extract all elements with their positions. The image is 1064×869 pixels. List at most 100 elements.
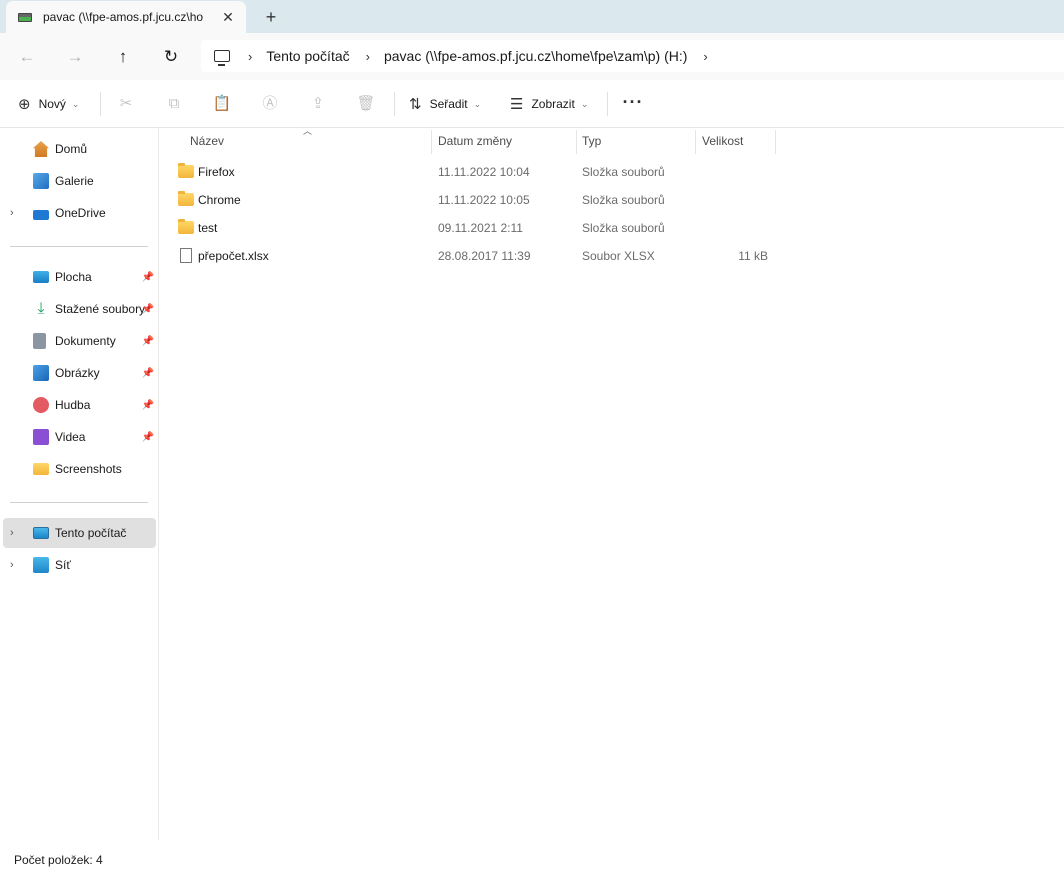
desktop-icon [33, 271, 49, 283]
pictures-icon [33, 365, 49, 381]
sidebar-item-onedrive[interactable]: › OneDrive [3, 198, 156, 228]
sidebar-item-label: Plocha [55, 270, 92, 284]
back-button[interactable]: ← [15, 45, 39, 69]
sidebar-item-pictures[interactable]: Obrázky 📌 [3, 358, 156, 388]
file-icon [180, 248, 192, 263]
chevron-right-icon[interactable]: › [703, 49, 707, 64]
more-options-button[interactable]: ··· [620, 92, 646, 116]
toolbar-divider [394, 92, 395, 116]
network-icon [33, 557, 49, 573]
music-icon [33, 397, 49, 413]
file-row-prepocet[interactable]: přepočet.xlsx 28.08.2017 11:39 Soubor XL… [172, 242, 782, 270]
sidebar-item-label: Obrázky [55, 366, 100, 380]
view-button[interactable]: ☰ Zobrazit ⌄ [510, 92, 588, 116]
address-bar[interactable]: › Tento počítač › pavac (\\fpe-amos.pf.j… [201, 40, 1064, 72]
file-name: test [198, 221, 218, 235]
sidebar-item-desktop[interactable]: Plocha 📌 [3, 262, 156, 292]
command-bar: ⊕ Nový ⌄ ✂ ⧉ 📋 Ⓐ ⇪ 🗑 ⇅ Seřadit ⌄ ☰ Zobra… [0, 80, 1064, 128]
chevron-right-icon[interactable]: › [10, 559, 14, 571]
delete-icon[interactable]: 🗑 [356, 94, 376, 114]
sort-icon: ⇅ [409, 96, 422, 113]
refresh-button[interactable]: ↻ [159, 45, 183, 69]
paste-icon[interactable]: 📋 [212, 94, 232, 114]
sidebar-item-screenshots[interactable]: Screenshots [3, 454, 156, 484]
chevron-down-icon: ⌄ [580, 98, 589, 109]
sidebar-item-label: Hudba [55, 398, 91, 412]
toolbar-divider [607, 92, 608, 116]
close-tab-icon[interactable]: ✕ [218, 7, 238, 27]
file-row-firefox[interactable]: Firefox 11.11.2022 10:04 Složka souborů [172, 158, 782, 186]
sidebar-item-home[interactable]: Domů [3, 134, 156, 164]
file-row-chrome[interactable]: Chrome 11.11.2022 10:05 Složka souborů [172, 186, 782, 214]
chevron-down-icon: ⌄ [473, 98, 482, 109]
toolbar-divider [100, 92, 101, 116]
chevron-right-icon[interactable]: › [248, 49, 252, 64]
home-icon [33, 141, 49, 157]
sidebar-item-music[interactable]: Hudba 📌 [3, 390, 156, 420]
column-header-date[interactable]: Datum změny [432, 128, 576, 154]
list-view-icon: ☰ [510, 96, 524, 113]
sidebar-item-label: Tento počítač [55, 526, 127, 540]
onedrive-cloud-icon [33, 209, 49, 220]
tab-bar: pavac (\\fpe-amos.pf.jcu.cz\ho ✕ + [0, 0, 1064, 33]
column-header-name[interactable]: Název [184, 128, 432, 154]
pin-icon[interactable]: 📌 [142, 272, 154, 283]
pin-icon[interactable]: 📌 [142, 368, 154, 379]
sort-button[interactable]: ⇅ Seřadit ⌄ [409, 92, 481, 116]
document-icon [33, 333, 46, 349]
sidebar-item-downloads[interactable]: ⤓ Stažené soubory 📌 [3, 294, 156, 324]
file-date: 11.11.2022 10:05 [438, 193, 530, 207]
sidebar-item-documents[interactable]: Dokumenty 📌 [3, 326, 156, 356]
file-type: Složka souborů [582, 221, 665, 235]
sidebar-item-label: Screenshots [55, 462, 122, 476]
gallery-icon [33, 173, 49, 189]
sidebar-item-label: Síť [55, 558, 71, 572]
cut-icon[interactable]: ✂ [116, 94, 136, 114]
up-button[interactable]: ↑ [111, 45, 135, 69]
copy-icon[interactable]: ⧉ [164, 94, 184, 114]
pin-icon[interactable]: 📌 [142, 336, 154, 347]
video-icon [33, 429, 49, 445]
chevron-right-icon[interactable]: › [10, 527, 14, 539]
sidebar-item-network[interactable]: › Síť [3, 550, 156, 580]
chevron-right-icon[interactable]: › [10, 207, 14, 219]
sidebar-item-videos[interactable]: Videa 📌 [3, 422, 156, 452]
navigation-bar: ← → ↑ ↻ › Tento počítač › pavac (\\fpe-a… [0, 33, 1064, 80]
file-row-test[interactable]: test 09.11.2021 2:11 Složka souborů [172, 214, 782, 242]
file-date: 28.08.2017 11:39 [438, 249, 531, 263]
column-header-type[interactable]: Typ [576, 128, 695, 154]
pin-icon[interactable]: 📌 [142, 304, 154, 315]
file-type: Soubor XLSX [582, 249, 655, 263]
download-icon: ⤓ [37, 300, 45, 317]
navigation-pane: Domů Galerie › OneDrive Plocha 📌 ⤓ Staže… [0, 128, 159, 840]
file-type: Složka souborů [582, 165, 665, 179]
sidebar-item-gallery[interactable]: Galerie [3, 166, 156, 196]
column-divider[interactable] [775, 130, 776, 154]
file-name: Firefox [198, 165, 235, 179]
column-header-size[interactable]: Velikost [696, 128, 776, 154]
view-button-label: Zobrazit [531, 97, 575, 111]
pin-icon[interactable]: 📌 [142, 400, 154, 411]
file-date: 11.11.2022 10:04 [438, 165, 530, 179]
new-tab-button[interactable]: + [260, 6, 282, 28]
file-size: 11 kB [738, 249, 768, 263]
computer-icon [214, 50, 230, 66]
share-icon[interactable]: ⇪ [308, 94, 328, 114]
sidebar-item-this-pc[interactable]: › Tento počítač [3, 518, 156, 548]
computer-icon [33, 527, 49, 539]
chevron-down-icon: ⌄ [71, 98, 80, 109]
pin-icon[interactable]: 📌 [142, 432, 154, 443]
chevron-right-icon[interactable]: › [366, 49, 370, 64]
new-button-label: Nový [38, 97, 66, 111]
forward-button[interactable]: → [63, 45, 87, 69]
rename-icon[interactable]: Ⓐ [260, 94, 280, 114]
breadcrumb-drive[interactable]: pavac (\\fpe-amos.pf.jcu.cz\home\fpe\zam… [384, 48, 687, 64]
tab-title: pavac (\\fpe-amos.pf.jcu.cz\ho [43, 10, 204, 24]
breadcrumb-this-pc[interactable]: Tento počítač [266, 48, 349, 64]
sidebar-item-label: Domů [55, 142, 88, 156]
sidebar-item-label: OneDrive [55, 206, 106, 220]
sidebar-item-label: Dokumenty [55, 334, 116, 348]
tab-current[interactable]: pavac (\\fpe-amos.pf.jcu.cz\ho ✕ [6, 1, 246, 33]
new-button[interactable]: ⊕ Nový ⌄ [18, 92, 79, 116]
sidebar-item-label: Videa [55, 430, 86, 444]
